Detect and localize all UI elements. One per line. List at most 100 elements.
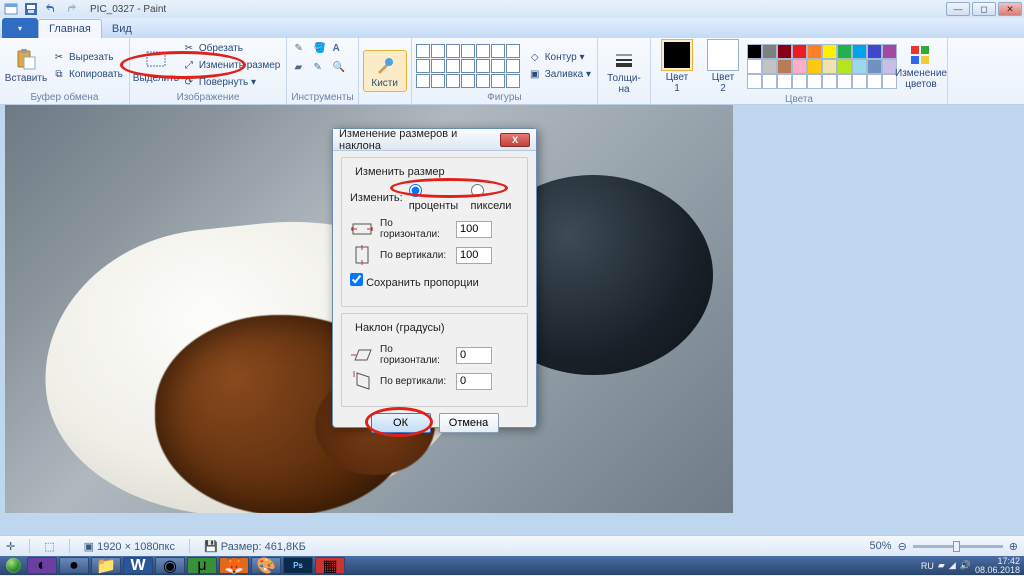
crop-button[interactable]: ✂Обрезать	[180, 40, 282, 57]
palette-swatch[interactable]	[747, 44, 762, 59]
tray-clock[interactable]: 17:4208.06.2018	[975, 557, 1020, 575]
zoom-out-button[interactable]: ⊖	[898, 540, 907, 553]
palette-swatch[interactable]	[807, 44, 822, 59]
group-image: Выделить ✂Обрезать ⤢Изменить размер ⟳Пов…	[130, 38, 287, 104]
edit-colors-button[interactable]: Изменение цветов	[899, 43, 943, 90]
tab-home[interactable]: Главная	[38, 19, 102, 38]
palette-swatch[interactable]	[837, 44, 852, 59]
color1-button[interactable]: Цвет 1	[655, 39, 699, 94]
task-cortana[interactable]: ●	[59, 557, 89, 574]
redo-icon[interactable]	[62, 1, 80, 17]
cancel-button[interactable]: Отмена	[439, 413, 499, 433]
brushes-button[interactable]: Кисти	[363, 50, 407, 92]
skew-group-label: Наклон (градусы)	[352, 322, 448, 334]
horiz-input[interactable]	[456, 221, 492, 238]
tab-view[interactable]: Вид	[102, 20, 142, 38]
task-paint[interactable]: 🎨	[251, 557, 281, 574]
vert-skew-icon	[350, 371, 374, 391]
paste-button[interactable]: Вставить	[4, 48, 48, 84]
tray-network-icon[interactable]: ◢	[949, 560, 956, 571]
eraser-tool[interactable]: ▰	[295, 62, 313, 73]
zoom-tool[interactable]: 🔍	[333, 62, 351, 73]
task-word[interactable]: W	[123, 557, 153, 574]
horiz-skew-icon	[350, 345, 374, 365]
minimize-button[interactable]: —	[946, 2, 970, 16]
task-chrome[interactable]: ◉	[155, 557, 185, 574]
palette-swatch[interactable]	[837, 59, 852, 74]
palette-empty[interactable]	[762, 74, 777, 89]
skew-horiz-input[interactable]	[456, 347, 492, 364]
palette-empty[interactable]	[747, 74, 762, 89]
start-button[interactable]	[0, 556, 26, 575]
select-button[interactable]: Выделить	[134, 48, 178, 84]
palette-swatch[interactable]	[882, 44, 897, 59]
palette-swatch[interactable]	[852, 44, 867, 59]
task-photoshop[interactable]: Ps	[283, 557, 313, 574]
ok-button[interactable]: ОК	[371, 413, 431, 433]
palette-empty[interactable]	[777, 74, 792, 89]
task-other[interactable]: ▦	[315, 557, 345, 574]
paint-menu-icon[interactable]	[2, 1, 20, 17]
resize-group-label: Изменить размер	[352, 166, 448, 178]
zoom-slider[interactable]	[913, 545, 1003, 548]
fill-tool[interactable]: 🪣	[314, 43, 332, 54]
skew-vert-label: По вертикали:	[380, 376, 450, 387]
tray-flag-icon[interactable]: ▰	[938, 560, 945, 571]
close-button[interactable]: ✕	[998, 2, 1022, 16]
palette-empty[interactable]	[867, 74, 882, 89]
radio-percent[interactable]: проценты	[409, 184, 465, 212]
palette-swatch[interactable]	[822, 44, 837, 59]
cut-button[interactable]: ✂Вырезать	[50, 49, 125, 66]
task-torrent[interactable]: μ	[187, 557, 217, 574]
text-tool[interactable]: A	[333, 43, 351, 54]
palette-swatch[interactable]	[777, 44, 792, 59]
color-palette[interactable]	[747, 44, 897, 89]
palette-empty[interactable]	[792, 74, 807, 89]
color2-button[interactable]: Цвет 2	[701, 39, 745, 94]
palette-empty[interactable]	[807, 74, 822, 89]
copy-button[interactable]: ⧉Копировать	[50, 66, 125, 83]
tray-lang[interactable]: RU	[921, 561, 934, 571]
file-menu[interactable]: ▾	[2, 18, 38, 38]
zoom-in-button[interactable]: ⊕	[1009, 540, 1018, 553]
shape-fill-button[interactable]: ▣Заливка ▾	[526, 66, 593, 83]
dialog-close-button[interactable]: X	[500, 133, 530, 147]
palette-swatch[interactable]	[747, 59, 762, 74]
tray-sound-icon[interactable]: 🔊	[960, 560, 971, 571]
palette-swatch[interactable]	[762, 59, 777, 74]
resize-icon: ⤢	[182, 59, 196, 73]
palette-swatch[interactable]	[807, 59, 822, 74]
copy-icon: ⧉	[52, 67, 66, 81]
picker-tool[interactable]: ✎	[314, 62, 332, 73]
palette-swatch[interactable]	[762, 44, 777, 59]
palette-swatch[interactable]	[822, 59, 837, 74]
radio-pixels[interactable]: пиксели	[471, 184, 519, 212]
palette-swatch[interactable]	[792, 44, 807, 59]
skew-vert-input[interactable]	[456, 373, 492, 390]
save-icon[interactable]	[22, 1, 40, 17]
rotate-button[interactable]: ⟳Повернуть ▾	[180, 74, 282, 91]
window-title: PIC_0327 - Paint	[90, 4, 166, 15]
task-firefox[interactable]: 🦊	[219, 557, 249, 574]
task-yandex[interactable]: ◐	[27, 557, 57, 574]
palette-swatch[interactable]	[792, 59, 807, 74]
keep-ratio-checkbox[interactable]: Сохранить пропорции	[350, 273, 479, 289]
palette-swatch[interactable]	[867, 59, 882, 74]
shape-outline-button[interactable]: ◇Контур ▾	[526, 49, 593, 66]
undo-icon[interactable]	[42, 1, 60, 17]
palette-swatch[interactable]	[852, 59, 867, 74]
shape-gallery[interactable]	[416, 44, 520, 88]
resize-button[interactable]: ⤢Изменить размер	[180, 57, 282, 74]
group-tools: ✎ 🪣 A ▰ ✎ 🔍 Инструменты	[287, 38, 358, 104]
pencil-tool[interactable]: ✎	[295, 43, 313, 54]
maximize-button[interactable]: ◻	[972, 2, 996, 16]
palette-swatch[interactable]	[867, 44, 882, 59]
palette-empty[interactable]	[822, 74, 837, 89]
thickness-button[interactable]: Толщи- на	[602, 48, 646, 95]
task-explorer[interactable]: 📁	[91, 557, 121, 574]
vert-input[interactable]	[456, 247, 492, 264]
palette-swatch[interactable]	[777, 59, 792, 74]
dialog-titlebar[interactable]: Изменение размеров и наклона X	[333, 129, 536, 151]
palette-empty[interactable]	[852, 74, 867, 89]
palette-empty[interactable]	[837, 74, 852, 89]
